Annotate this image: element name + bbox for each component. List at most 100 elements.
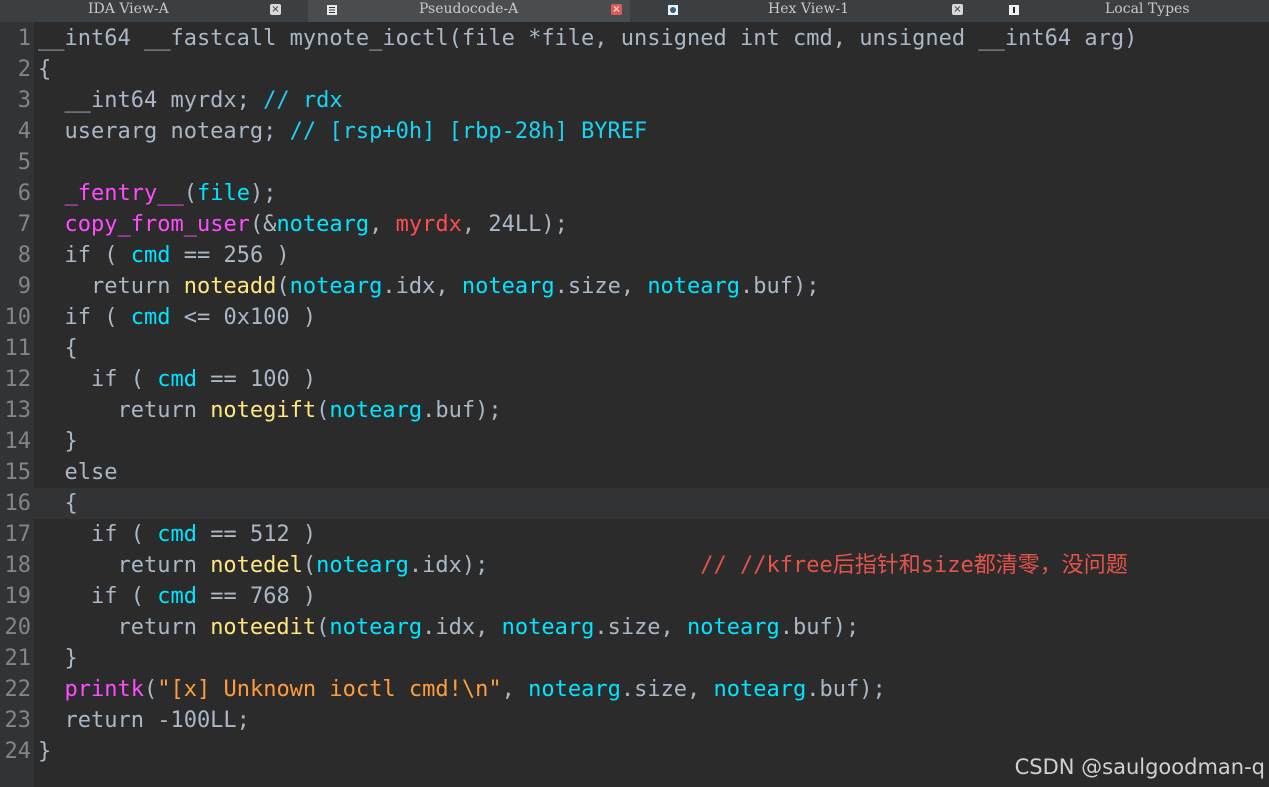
code-line[interactable]: 1 __int64 __fastcall mynote_ioctl(file *f… [0,23,1269,54]
line-number: 6 [17,181,31,206]
code-token: .buf); [779,615,860,640]
code-line[interactable]: 5 [0,147,1269,178]
code-text: return noteedit(notearg.idx, notearg.siz… [38,612,859,643]
code-token: _fentry__ [64,181,184,206]
code-token: noteedit [210,615,317,640]
line-number: 10 [4,305,32,330]
line-number: 21 [4,646,32,671]
code-token: .buf); [740,274,820,299]
code-text: userarg notearg; // [rsp+0h] [rbp-28h] B… [38,116,647,147]
tab-label: Pseudocode-A [419,1,519,17]
code-token: // rdx [263,88,343,113]
code-line[interactable]: 6 _fentry__(file); [0,178,1269,209]
code-text: } [38,643,77,674]
code-text: copy_from_user(&notearg, myrdx, 24LL); [38,209,568,240]
code-line[interactable]: 14 } [0,426,1269,457]
tab-label: Hex View-1 [768,1,850,17]
close-icon[interactable]: × [270,4,281,15]
code-line[interactable]: 17 if ( cmd == 512 ) [0,519,1269,550]
code-line[interactable]: 20 return noteedit(notearg.idx, notearg.… [0,612,1269,643]
pseudocode-icon [327,5,337,15]
line-number: 13 [4,398,32,423]
code-token: .size, [620,677,714,702]
code-token: .idx, [422,615,502,640]
code-text: } [38,426,78,457]
code-token: } [38,429,78,454]
code-line[interactable]: 19 if ( cmd == 768 ) [0,581,1269,612]
code-token: myrdx [395,212,462,237]
code-token: return [38,274,184,299]
code-line[interactable]: 16 { [0,488,1269,519]
code-line[interactable]: 9 return noteadd(notearg.idx, notearg.si… [0,271,1269,302]
code-token: ( [183,181,197,206]
tab-pseudocode-a[interactable]: Pseudocode-A × [308,0,630,22]
line-number: 19 [4,584,32,609]
code-token: notearg [289,274,383,299]
code-token: notearg [276,212,370,237]
tab-hex-view-1[interactable]: Hex View-1 × [660,0,978,22]
code-token: return [38,615,211,640]
line-number: 2 [17,57,31,82]
line-number: 24 [4,739,32,764]
code-text: return noteadd(notearg.idx, notearg.size… [38,271,820,302]
close-icon[interactable]: × [611,4,622,15]
code-line[interactable]: 11 { [0,333,1269,364]
code-text: { [38,488,78,519]
code-token: ( [276,274,290,299]
code-line[interactable]: 4 userarg notearg; // [rsp+0h] [rbp-28h]… [0,116,1269,147]
line-number: 8 [17,243,31,268]
code-line[interactable]: 15 else [0,457,1269,488]
code-line[interactable]: 8 if ( cmd == 256 ) [0,240,1269,271]
code-token: } [38,739,52,764]
code-token: notearg [316,553,409,578]
code-line[interactable]: 3 __int64 myrdx; // rdx [0,85,1269,116]
code-text: if ( cmd == 768 ) [38,581,316,612]
code-token: userarg notearg; [38,119,290,144]
code-line[interactable]: 10 if ( cmd <= 0x100 ) [0,302,1269,333]
code-token: printk [64,677,144,702]
code-line[interactable]: 23 return -100LL; [0,705,1269,736]
code-line[interactable]: 18 return notedel(notearg.idx); // //kfr… [0,550,1269,581]
code-token: .size, [554,274,648,299]
code-token: ( [143,677,158,702]
code-token: ( [316,398,330,423]
code-token: if ( [38,305,131,330]
code-token: noteadd [183,274,277,299]
code-line[interactable]: 21 } [0,643,1269,674]
line-number: 16 [4,491,32,516]
code-text: __int64 myrdx; // rdx [38,85,343,116]
code-token: notearg [713,677,807,702]
code-token: return [38,553,211,578]
code-token: notearg [329,398,423,423]
code-token: { [38,491,78,516]
code-token: .buf); [422,398,502,423]
code-token: notedel [210,553,303,578]
code-token: { [38,57,52,82]
code-token: ); [249,181,277,206]
code-token: if ( [38,367,158,392]
close-icon[interactable]: × [952,4,963,15]
code-line[interactable]: 13 return notegift(notearg.buf); [0,395,1269,426]
line-number: 20 [4,615,32,640]
code-token: else [38,460,118,485]
code-token: .idx, [382,274,462,299]
code-token: == 512 ) [196,522,317,547]
code-text: if ( cmd == 256 ) [38,240,289,271]
code-text: { [38,54,51,85]
code-line[interactable]: 2{ [0,54,1269,85]
code-line[interactable]: 12 if ( cmd == 100 ) [0,364,1269,395]
code-line[interactable]: 7 copy_from_user(&notearg, myrdx, 24LL); [0,209,1269,240]
line-number: 3 [17,88,31,113]
code-token: .idx); [408,553,701,578]
code-token: .size, [594,615,688,640]
code-text: { [38,333,77,364]
code-token: == 768 ) [196,584,317,609]
code-token: <= 0x100 ) [170,305,317,330]
code-text: return notedel(notearg.idx); // //kfree后… [38,550,1127,581]
line-number: 15 [4,460,32,485]
tab-local-types[interactable]: Local Types [1000,0,1269,22]
tab-ida-view-a[interactable]: IDA View-A × [0,0,300,22]
code-token: return [38,398,211,423]
code-line[interactable]: 22 printk("[x] Unknown ioctl cmd!\n", no… [0,674,1269,705]
local-types-icon [1009,5,1019,15]
